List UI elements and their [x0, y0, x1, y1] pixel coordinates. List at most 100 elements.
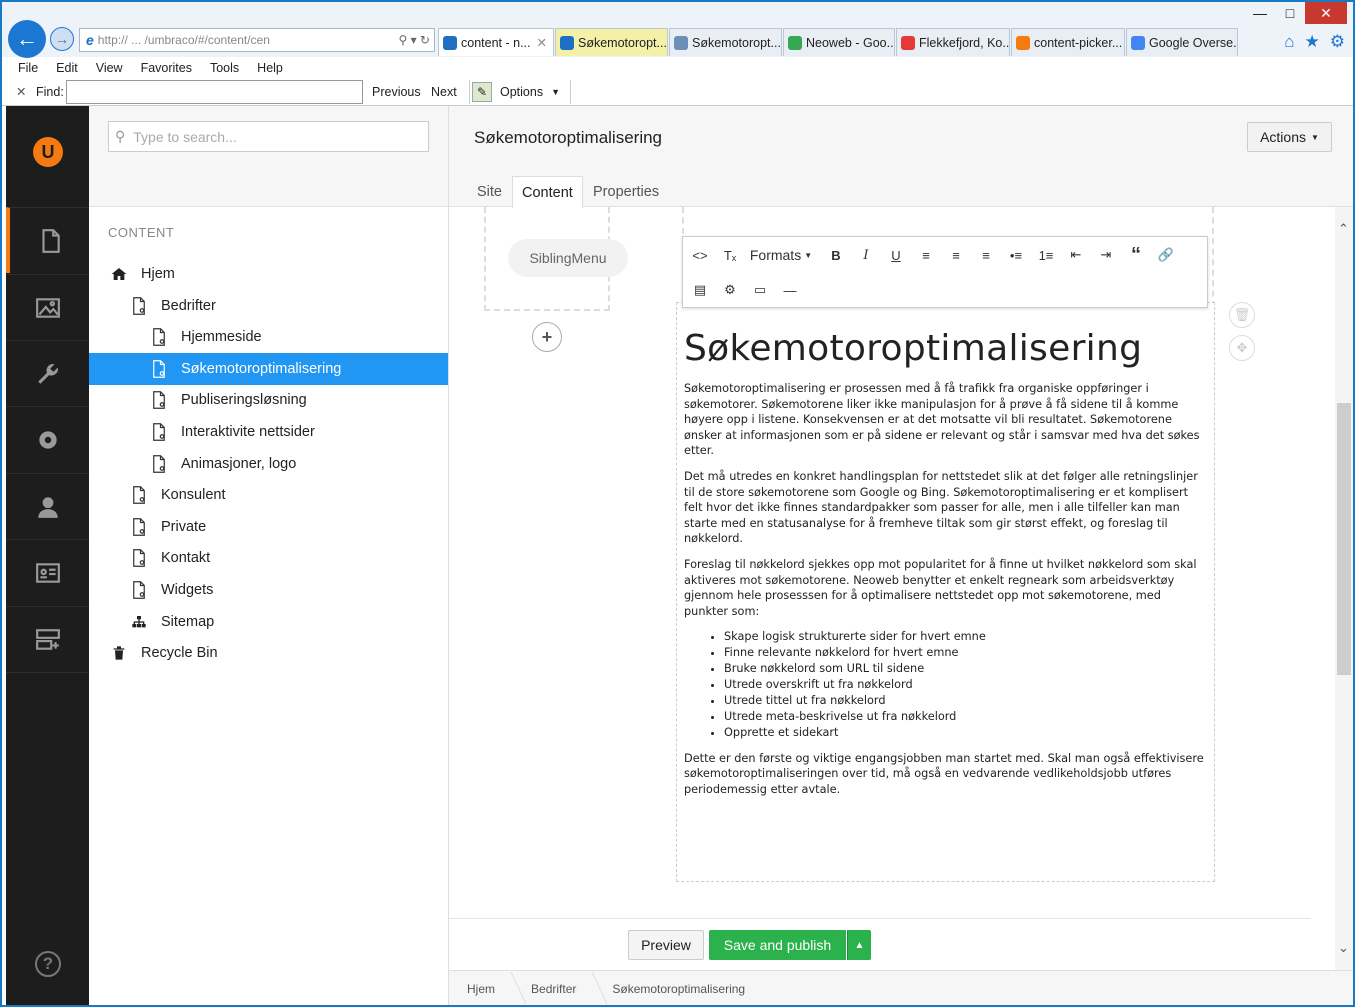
trash-icon[interactable]: 🗑	[1229, 302, 1255, 328]
find-input[interactable]	[66, 80, 363, 104]
maximize-icon[interactable]: □	[1275, 2, 1305, 24]
link-icon[interactable]: 🔗	[1152, 240, 1180, 270]
rte-content[interactable]: Søkemotoroptimalisering Søkemotoroptimal…	[684, 328, 1206, 807]
underline-icon[interactable]: U	[882, 240, 910, 270]
tab-label: Google Overse...	[1149, 35, 1238, 50]
page-title[interactable]: Søkemotoroptimalisering	[474, 128, 662, 148]
tree-node[interactable]: Publiseringsløsning	[89, 384, 448, 416]
save-and-publish-button[interactable]: Save and publish	[709, 930, 846, 960]
browser-chrome: — □ ✕ ← → e http:// ... /umbraco/#/conte…	[2, 2, 1353, 58]
scrollbar-thumb[interactable]	[1337, 403, 1351, 675]
chevron-down-icon[interactable]: ⌄	[1338, 940, 1349, 956]
menu-file[interactable]: File	[18, 58, 38, 80]
tree-node[interactable]: Sitemap	[89, 606, 448, 638]
menu-favorites[interactable]: Favorites	[141, 58, 192, 80]
bold-icon[interactable]: B	[822, 240, 850, 270]
move-icon[interactable]: ✥	[1229, 335, 1255, 361]
browser-tab[interactable]: Søkemotoropt...	[669, 28, 782, 56]
tree-node[interactable]: Hjemmeside	[89, 321, 448, 353]
find-next-button[interactable]: Next	[431, 85, 457, 99]
save-options-button[interactable]: ▲	[847, 930, 871, 960]
tab-properties[interactable]: Properties	[584, 176, 668, 208]
media-icon[interactable]	[6, 274, 89, 340]
horizontal-rule-icon[interactable]: —	[776, 275, 804, 305]
document-icon	[149, 422, 169, 442]
breadcrumb-item[interactable]: Søkemotoroptimalisering	[594, 982, 763, 996]
menu-bar: File Edit View Favorites Tools Help	[2, 58, 1353, 80]
tree-node[interactable]: Hjem	[89, 258, 448, 290]
browser-tab[interactable]: Søkemotoropt...	[555, 28, 668, 56]
settings-icon[interactable]	[6, 406, 89, 472]
search-refresh-icon[interactable]: ⚲ ▾ ↻	[398, 33, 434, 47]
document-icon	[149, 390, 169, 410]
browser-tab[interactable]: Flekkefjord, Ko...	[896, 28, 1010, 56]
indent-icon[interactable]: ⇥	[1092, 240, 1120, 270]
back-button[interactable]: ←	[8, 20, 46, 58]
find-previous-button[interactable]: Previous	[372, 85, 421, 99]
tree-node[interactable]: Widgets	[89, 574, 448, 606]
formats-dropdown[interactable]: Formats ▼	[746, 240, 816, 270]
menu-view[interactable]: View	[96, 58, 123, 80]
clear-format-icon[interactable]: Tₓ	[716, 240, 744, 270]
bullet-list-icon[interactable]: •≡	[1002, 240, 1030, 270]
forms-icon[interactable]	[6, 606, 89, 672]
menu-tools[interactable]: Tools	[210, 58, 239, 80]
menu-edit[interactable]: Edit	[56, 58, 78, 80]
tree-node[interactable]: Bedrifter	[89, 290, 448, 322]
minimize-icon[interactable]: —	[1245, 2, 1275, 24]
source-code-icon[interactable]: <>	[686, 240, 714, 270]
tree-node[interactable]: Søkemotoroptimalisering	[89, 352, 448, 385]
tab-content[interactable]: Content	[512, 176, 583, 208]
gear-icon[interactable]: ⚙	[1330, 32, 1345, 52]
members-icon[interactable]	[6, 539, 89, 605]
tree-node[interactable]: Private	[89, 511, 448, 543]
editor-scrollbar[interactable]: ⌃ ⌄	[1335, 207, 1353, 977]
find-options-button[interactable]: ✎ Options ▼	[469, 80, 572, 104]
blockquote-icon[interactable]: “	[1122, 240, 1150, 270]
actions-button[interactable]: Actions ▼	[1247, 122, 1332, 152]
browser-tab[interactable]: Neoweb - Goo...	[783, 28, 895, 56]
close-icon[interactable]: ✕	[1305, 2, 1347, 24]
macro-icon[interactable]: ⚙	[716, 275, 744, 305]
content-heading: Søkemotoroptimalisering	[684, 328, 1143, 369]
add-content-button[interactable]: +	[532, 322, 562, 352]
tree-node[interactable]: Konsulent	[89, 479, 448, 511]
content-icon[interactable]	[6, 207, 89, 273]
breadcrumb-item[interactable]: Hjem	[449, 982, 513, 996]
close-tab-icon[interactable]: ✕	[536, 35, 546, 50]
embed-icon[interactable]: ▭	[746, 275, 774, 305]
tree-search-input[interactable]: ⚲ Type to search...	[108, 121, 429, 152]
preview-button[interactable]: Preview	[628, 930, 704, 960]
tree-node-label: Recycle Bin	[141, 645, 218, 662]
address-bar[interactable]: e http:// ... /umbraco/#/content/cen ⚲ ▾…	[79, 28, 435, 52]
sibling-menu-macro[interactable]: SiblingMenu	[508, 239, 628, 277]
menu-help[interactable]: Help	[257, 58, 283, 80]
browser-tab[interactable]: Google Overse...	[1126, 28, 1238, 56]
star-icon[interactable]: ★	[1305, 32, 1320, 52]
tree-node[interactable]: Animasjoner, logo	[89, 448, 448, 480]
help-icon[interactable]: ?	[35, 951, 61, 977]
browser-tab[interactable]: content-picker...	[1011, 28, 1125, 56]
align-left-icon[interactable]: ≡	[912, 240, 940, 270]
browser-tab[interactable]: content - n... ✕	[438, 28, 554, 56]
list-item: Utrede overskrift ut fra nøkkelord	[724, 677, 1206, 693]
tree-node[interactable]: Kontakt	[89, 542, 448, 574]
tree-node[interactable]: Recycle Bin	[89, 637, 448, 669]
close-find-icon[interactable]: ✕	[16, 84, 26, 99]
italic-icon[interactable]: I	[852, 240, 880, 270]
outdent-icon[interactable]: ⇤	[1062, 240, 1090, 270]
tab-site[interactable]: Site	[468, 176, 511, 208]
breadcrumb-item[interactable]: Bedrifter	[513, 982, 594, 996]
users-icon[interactable]	[6, 473, 89, 539]
align-right-icon[interactable]: ≡	[972, 240, 1000, 270]
image-icon[interactable]: ▤	[686, 275, 714, 305]
home-icon[interactable]: ⌂	[1284, 32, 1294, 52]
forward-button[interactable]: →	[50, 27, 74, 51]
developer-icon[interactable]	[6, 340, 89, 406]
align-center-icon[interactable]: ≡	[942, 240, 970, 270]
tree-node[interactable]: Interaktivite nettsider	[89, 416, 448, 448]
numbered-list-icon[interactable]: 1≡	[1032, 240, 1060, 270]
chevron-up-icon[interactable]: ⌃	[1338, 221, 1349, 237]
tab-favicon-icon	[1016, 35, 1030, 50]
umbraco-logo[interactable]: U	[33, 137, 63, 167]
